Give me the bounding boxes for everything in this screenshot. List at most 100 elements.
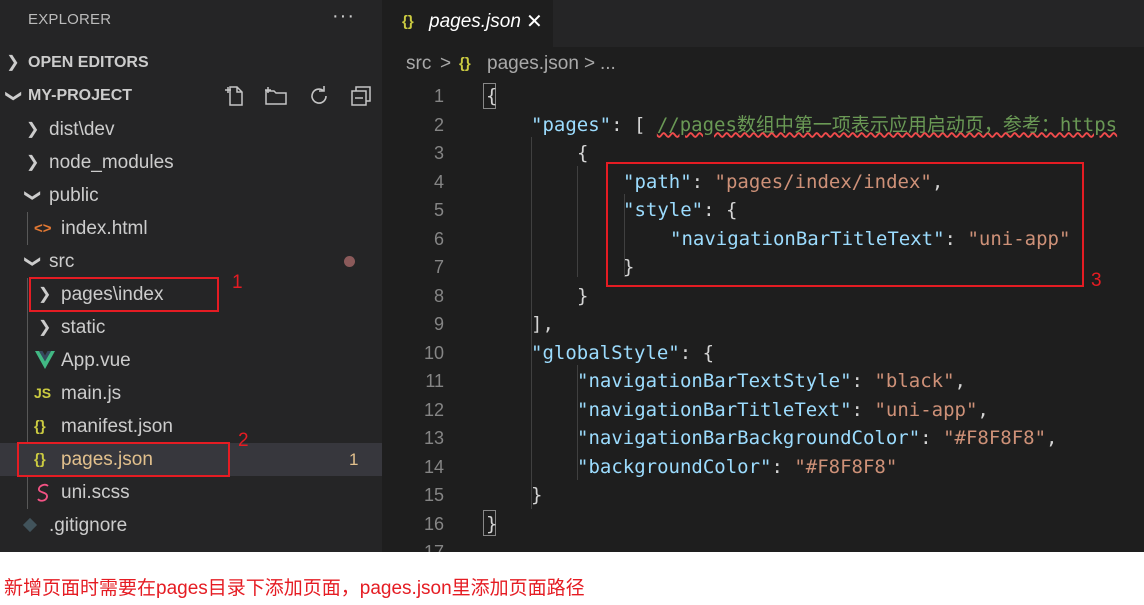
tree-item-static[interactable]: ❯ static <box>0 311 382 344</box>
chevron-down-icon: ❯ <box>5 89 22 103</box>
collapse-all-icon[interactable] <box>349 84 373 108</box>
caption-text: 新增页面时需要在pages目录下添加页面，pages.json里添加页面路径 <box>4 578 585 599</box>
project-section[interactable]: ❯ MY-PROJECT <box>0 80 382 112</box>
explorer-sidebar: EXPLORER ··· ❯ OPEN EDITORS ❯ MY-PROJECT <box>0 0 382 552</box>
tree-item-label: uni.scss <box>61 482 130 503</box>
code-token: : <box>920 427 944 449</box>
annotation-box-1 <box>29 277 219 312</box>
code-token: { <box>577 142 589 164</box>
code-token: "navigationBarTitleText" <box>577 398 852 421</box>
tree-item-label: node_modules <box>49 152 174 173</box>
json-file-icon: {} <box>402 13 414 30</box>
js-file-icon: JS <box>34 385 52 401</box>
problem-count-badge: 1 <box>349 450 359 469</box>
tree-item-label: main.js <box>61 383 122 404</box>
chevron-right-icon: ❯ <box>6 54 20 71</box>
line-number: 5 <box>433 200 444 220</box>
tree-item-label: public <box>49 185 99 206</box>
line-number: 11 <box>425 371 444 391</box>
explorer-title: EXPLORER <box>28 11 112 28</box>
breadcrumb-item-src[interactable]: src <box>406 53 431 75</box>
open-editors-label: OPEN EDITORS <box>28 54 149 71</box>
code-token: , <box>1046 427 1058 449</box>
refresh-icon[interactable] <box>307 84 331 108</box>
html-file-icon: <> <box>34 220 52 237</box>
tree-item-app-vue[interactable]: App.vue <box>0 344 382 377</box>
code-line: { <box>486 83 497 111</box>
tab-bar: {} pages.json ✕ <box>382 0 1144 47</box>
code-token: ], <box>531 313 554 335</box>
code-line: { <box>577 139 588 168</box>
vscode-window: EXPLORER ··· ❯ OPEN EDITORS ❯ MY-PROJECT <box>0 0 1144 552</box>
line-number: 8 <box>433 285 444 306</box>
tree-item-label: index.html <box>61 218 148 239</box>
tree-item-public[interactable]: ❯ public <box>0 179 382 212</box>
breadcrumb-item-file[interactable]: pages.json <box>487 53 579 75</box>
code-token: } <box>486 512 498 535</box>
code-line: "navigationBarTextStyle": "black", <box>577 367 966 396</box>
code-line: "navigationBarTitleText": "uni-app", <box>577 396 989 425</box>
tab-pages-json[interactable]: {} pages.json ✕ <box>382 0 553 47</box>
chevron-down-icon: ❯ <box>24 188 42 203</box>
code-line: } <box>486 510 497 539</box>
code-line: ], <box>531 310 554 339</box>
code-token: } <box>531 484 543 506</box>
breadcrumb-item-symbol[interactable]: ... <box>600 53 616 75</box>
code-token: : <box>851 398 875 421</box>
close-icon[interactable]: ✕ <box>526 9 543 34</box>
code-line: } <box>531 481 542 510</box>
new-file-icon[interactable] <box>222 84 246 108</box>
line-number: 9 <box>433 314 444 334</box>
new-folder-icon[interactable] <box>264 84 288 108</box>
line-number: 6 <box>433 228 444 249</box>
code-token: "pages" <box>531 113 612 136</box>
chevron-right-icon: > <box>584 53 596 74</box>
line-number: 17 <box>423 542 444 552</box>
tree-item-label: manifest.json <box>61 416 173 437</box>
code-token: { <box>486 85 498 107</box>
line-number: 16 <box>423 513 444 534</box>
code-token: "#F8F8F8" <box>794 455 898 478</box>
code-token: : <box>771 455 795 478</box>
code-line: "backgroundColor": "#F8F8F8" <box>577 453 897 482</box>
tree-item-label: src <box>49 251 75 272</box>
modified-dot <box>344 256 355 267</box>
tree-item-manifest-json[interactable]: {} manifest.json <box>0 410 382 443</box>
chevron-down-icon: ❯ <box>24 254 42 269</box>
code-token: "uni-app" <box>874 398 978 421</box>
annotation-box-2 <box>17 442 230 477</box>
code-token: "navigationBarBackgroundColor" <box>577 427 921 449</box>
code-token: } <box>577 284 589 307</box>
tree-item-label: App.vue <box>61 350 131 371</box>
code-editor[interactable]: 1 2 3 4 5 6 7 8 9 10 11 12 13 14 15 16 1… <box>382 83 1144 552</box>
code-token: "navigationBarTextStyle" <box>577 370 852 392</box>
code-token: : { <box>679 341 715 364</box>
line-number: 7 <box>433 257 444 277</box>
annotation-box-3 <box>606 162 1084 287</box>
code-line: "globalStyle": { <box>531 339 714 368</box>
tree-item-dist-dev[interactable]: ❯ dist\dev <box>0 113 382 146</box>
tree-item-uni-scss[interactable]: uni.scss <box>0 476 382 509</box>
tree-item-main-js[interactable]: JS main.js <box>0 377 382 410</box>
tree-item-label: dist\dev <box>49 119 115 140</box>
line-number: 3 <box>433 143 444 163</box>
git-file-icon <box>22 517 38 537</box>
tree-item-label: .gitignore <box>49 515 128 536</box>
line-number: 4 <box>433 171 444 192</box>
breadcrumb: src > {} pages.json > ... <box>382 47 1144 83</box>
code-line: "pages": [ //pages数组中第一项表示应用启动页，参考：https <box>531 111 1117 140</box>
annotation-number-2: 2 <box>238 430 249 451</box>
tree-item-src[interactable]: ❯ src <box>0 245 382 278</box>
tree-item-index-html[interactable]: <> index.html <box>0 212 382 245</box>
code-token: : <box>851 370 875 392</box>
tree-item-node-modules[interactable]: ❯ node_modules <box>0 146 382 179</box>
line-number: 1 <box>433 86 444 106</box>
tree-item-gitignore[interactable]: .gitignore <box>0 509 382 542</box>
tree-item-label: static <box>61 317 106 338</box>
code-line: "navigationBarBackgroundColor": "#F8F8F8… <box>577 424 1057 453</box>
more-actions-icon[interactable]: ··· <box>332 5 355 28</box>
chevron-right-icon: ❯ <box>26 154 40 171</box>
open-editors-section[interactable]: ❯ OPEN EDITORS <box>0 47 382 79</box>
indent-guide <box>577 166 578 277</box>
code-token: : [ <box>611 113 657 136</box>
